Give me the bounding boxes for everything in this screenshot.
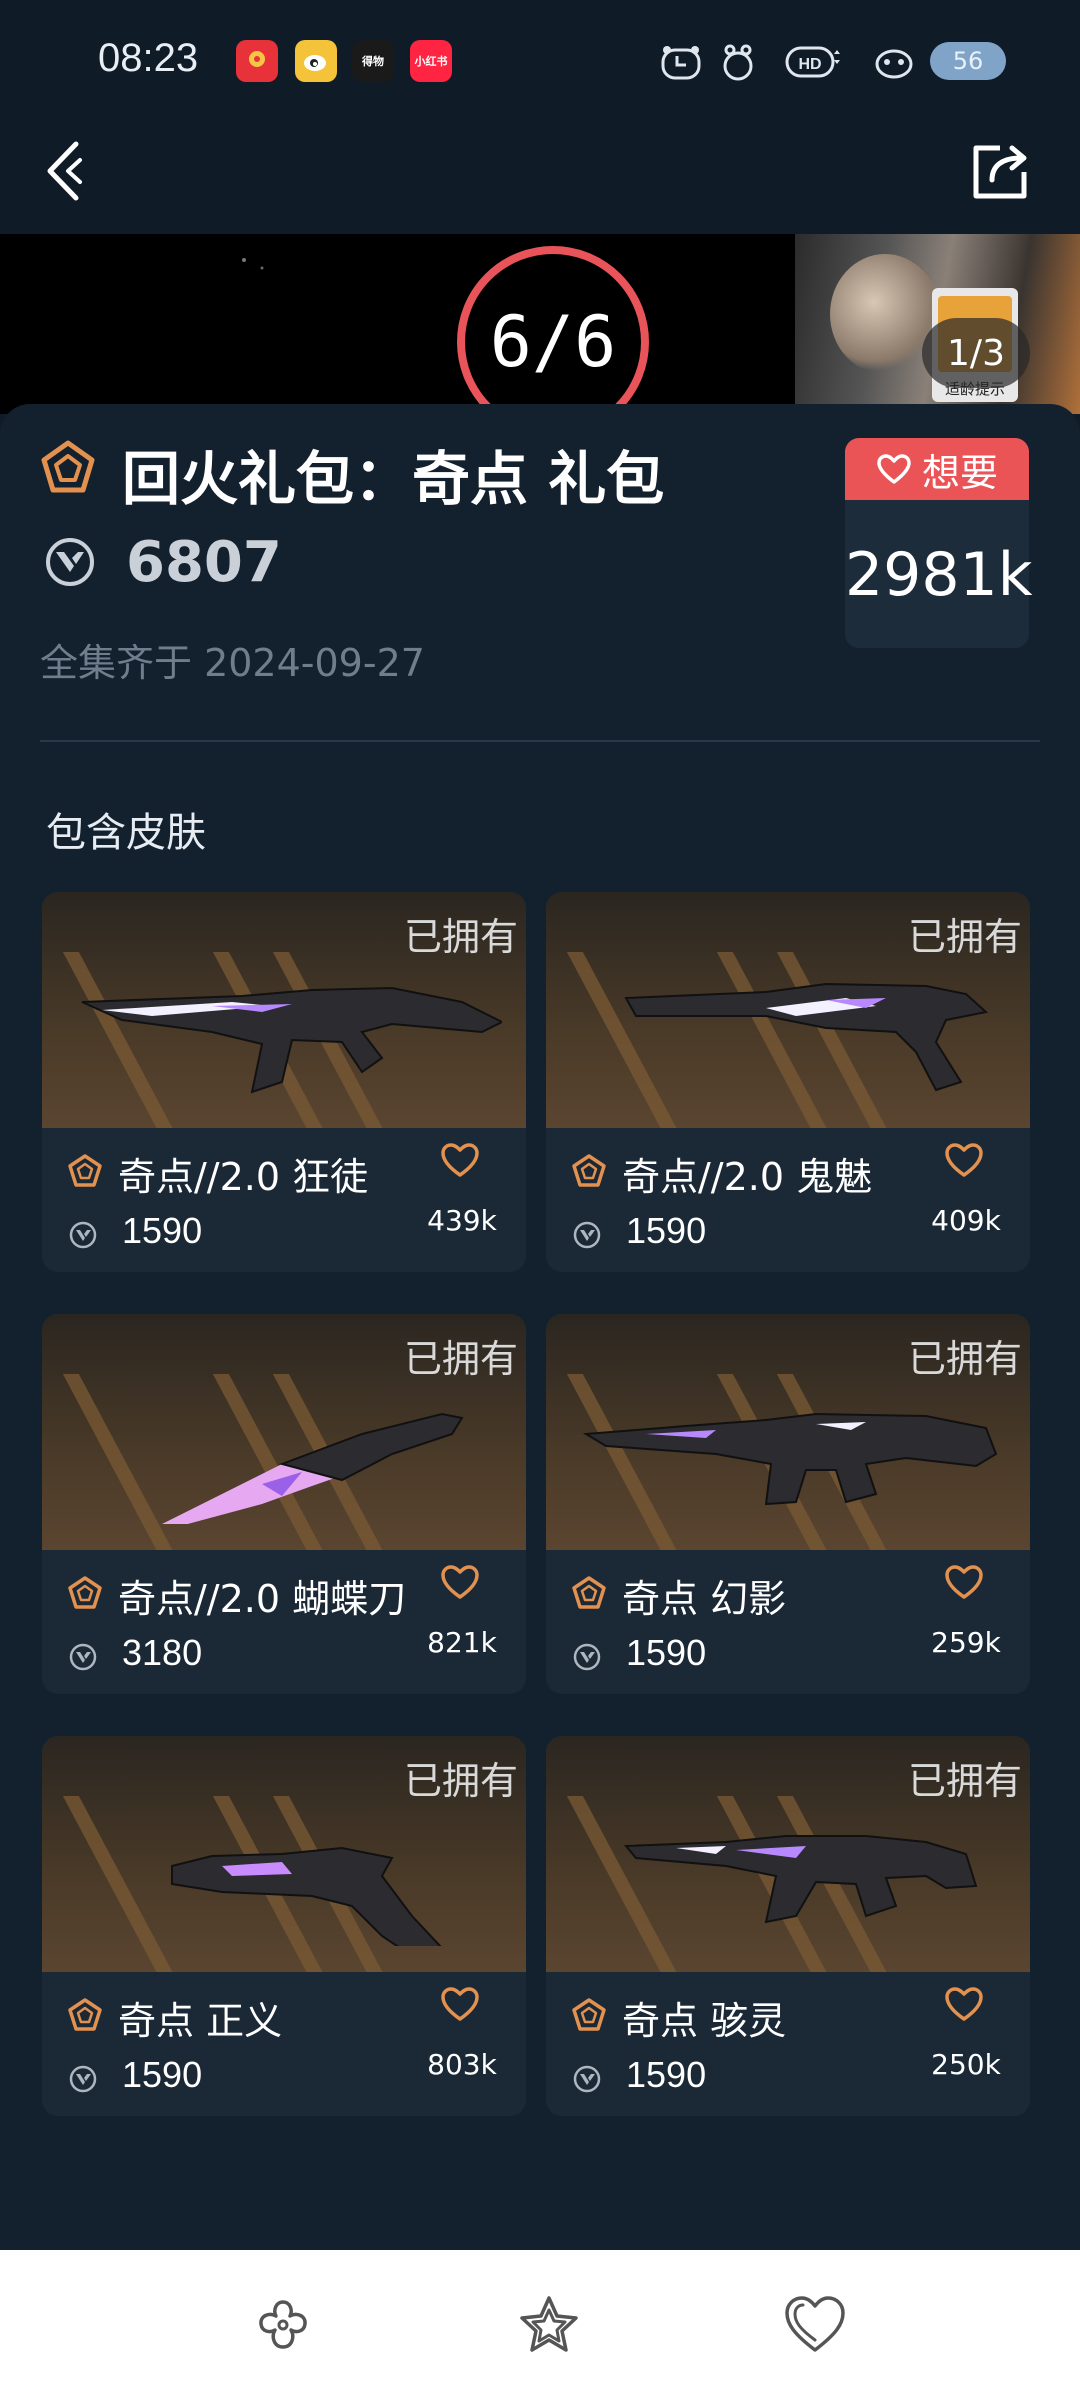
skin-card[interactable]: 已拥有奇点 骇灵 1590 250k [546,1736,1030,2116]
valorant-points-icon [573,2065,601,2093]
owned-label: 已拥有 [403,915,518,959]
valorant-points-icon [69,2065,97,2093]
skin-name: 奇点//2.0 狂徒 [118,1155,369,1199]
back-button[interactable] [40,138,100,204]
valorant-points-icon [573,1221,601,1249]
star-icon[interactable] [516,2292,582,2358]
like-count: 259k [931,1626,1001,1659]
status-bar: 08:23 得物 小红书 HD 56 [0,0,1080,120]
xiaohongshu-icon: 小红书 [410,40,452,82]
banner-page-indicator: 1/3 [922,318,1030,388]
owned-label: 已拥有 [403,1759,518,1803]
svg-text:HD: HD [798,56,821,73]
battery-indicator: 56 [930,42,1006,80]
tier-badge-icon [572,1998,606,2031]
skin-image: 已拥有 [546,1314,1030,1550]
tier-badge-icon [68,1576,102,1609]
skin-name: 奇点//2.0 鬼魅 [622,1155,873,1199]
tier-badge-icon [572,1154,606,1187]
like-count: 439k [427,1204,497,1237]
weibo-icon [295,40,337,82]
skin-name: 奇点 骇灵 [622,1999,787,2043]
heart-outline-icon [877,454,911,484]
app-icon-red-pin [236,40,278,82]
owned-label: 已拥有 [403,1337,518,1381]
status-time: 08:23 [98,36,199,80]
share-icon [973,145,1027,199]
signal-pet-icon [870,40,918,84]
banner-star-dots [242,258,264,270]
skin-image: 已拥有 [42,1736,526,1972]
owned-label: 已拥有 [907,1759,1022,1803]
heart-outline-icon[interactable] [944,1142,984,1178]
skin-image: 已拥有 [42,892,526,1128]
valorant-points-icon [573,1643,601,1671]
share-button[interactable] [970,140,1032,202]
skin-price: 1590 [122,2054,203,2095]
back-arrow-icon [47,141,82,201]
like-count: 803k [427,2048,497,2081]
want-count: 2981k [845,540,1033,610]
hd-icon: HD [784,40,844,84]
bundle-title: 回火礼包：奇点 礼包 [122,445,665,513]
heart-outline-icon[interactable] [944,1564,984,1600]
skin-price: 3180 [122,1632,203,1673]
heart-outline-icon[interactable] [440,1986,480,2022]
heart-icon[interactable] [782,2292,848,2358]
pet-icon [718,40,758,84]
heart-outline-icon[interactable] [440,1564,480,1600]
included-skins-heading: 包含皮肤 [46,810,206,856]
skin-card[interactable]: 已拥有奇点 幻影 1590 259k [546,1314,1030,1694]
alarm-icon [656,40,706,84]
valorant-points-icon [69,1221,97,1249]
valorant-points-icon [46,538,94,586]
heart-outline-icon[interactable] [944,1986,984,2022]
skin-card[interactable]: 已拥有奇点//2.0 狂徒 1590 439k [42,892,526,1272]
want-button[interactable]: 想要 [845,438,1029,500]
skin-price: 1590 [626,1632,707,1673]
skin-image: 已拥有 [546,1736,1030,1972]
skin-name: 奇点 幻影 [622,1577,787,1621]
owned-label: 已拥有 [907,915,1022,959]
owned-label: 已拥有 [907,1337,1022,1381]
tier-badge-icon [68,1998,102,2031]
like-count: 409k [931,1204,1001,1237]
heart-outline-icon[interactable] [440,1142,480,1178]
skin-name: 奇点//2.0 蝴蝶刀 [118,1577,407,1621]
bundle-price: 6807 [126,530,282,595]
tier-badge-icon [41,440,95,493]
skin-image: 已拥有 [42,1314,526,1550]
skin-price: 1590 [122,1210,203,1251]
valorant-points-icon [69,1643,97,1671]
like-count: 250k [931,2048,1001,2081]
skin-card[interactable]: 已拥有奇点 正义 1590 803k [42,1736,526,2116]
tier-badge-icon [68,1154,102,1187]
skin-price: 1590 [626,1210,707,1251]
skin-image: 已拥有 [546,892,1030,1128]
section-divider [40,740,1040,742]
skin-price: 1590 [626,2054,707,2095]
flower-icon[interactable] [250,2292,316,2358]
top-nav-bar [0,120,1080,234]
want-label: 想要 [921,450,998,495]
app-icon-dark: 得物 [352,40,394,82]
tier-badge-icon [572,1576,606,1609]
skin-card[interactable]: 已拥有奇点//2.0 蝴蝶刀 3180 821k [42,1314,526,1694]
skin-card[interactable]: 已拥有奇点//2.0 鬼魅 1590 409k [546,892,1030,1272]
collected-date: 全集齐于 2024-09-27 [40,641,425,685]
like-count: 821k [427,1626,497,1659]
skin-name: 奇点 正义 [118,1999,283,2043]
